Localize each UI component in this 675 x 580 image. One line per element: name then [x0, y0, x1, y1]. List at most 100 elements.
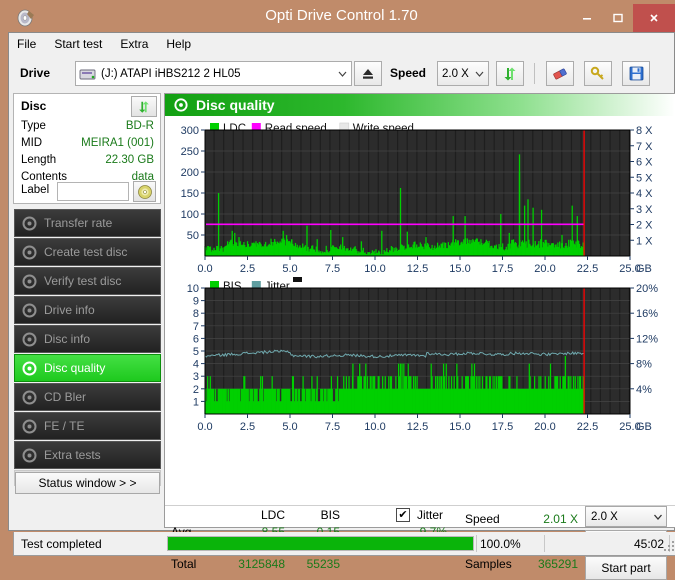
left-panel: Disc Type BD-R MID MEIRA1 (001) Length 2… [13, 93, 161, 528]
client-area: File Start test Extra Help Drive (J:) AT… [8, 32, 675, 580]
svg-text:5 X: 5 X [636, 172, 653, 184]
svg-text:15.0: 15.0 [449, 263, 470, 275]
close-button[interactable] [633, 4, 675, 32]
svg-text:6: 6 [193, 333, 199, 345]
sidebar-item-label: Drive info [44, 303, 95, 317]
minimize-button[interactable] [571, 4, 602, 32]
gear-disc-icon [21, 418, 38, 435]
sidebar-item-label: Disc quality [44, 361, 106, 375]
svg-text:2: 2 [193, 384, 199, 396]
erase-button[interactable] [546, 61, 574, 86]
sidebar-item-extra-tests[interactable]: Extra tests [14, 441, 161, 469]
disc-label-row: Label [21, 181, 156, 202]
svg-text:10.0: 10.0 [364, 263, 385, 275]
svg-text:7 X: 7 X [636, 141, 653, 153]
stats-header-bis: BIS [320, 508, 340, 522]
svg-text:22.5: 22.5 [577, 421, 598, 433]
status-bar: Test completed 100.0% 45:02 [13, 532, 675, 556]
sidebar-item-disc-quality[interactable]: Disc quality [14, 354, 161, 382]
svg-text:8%: 8% [636, 359, 652, 371]
disc-refresh-button[interactable] [131, 96, 157, 117]
sidebar-item-drive-info[interactable]: Drive info [14, 296, 161, 324]
toolbar-divider [534, 63, 535, 84]
charts-svg[interactable]: LDC Read speed Write speed5010015020025030… [165, 116, 675, 506]
sidebar-item-create-test-disc[interactable]: Create test disc [14, 238, 161, 266]
svg-text:300: 300 [181, 125, 199, 137]
jitter-checkbox[interactable]: ✔ [396, 508, 410, 522]
refresh-button[interactable] [496, 61, 524, 86]
stats-row-total-label: Total [171, 557, 197, 571]
sidebar-item-fe-te[interactable]: FE / TE [14, 412, 161, 440]
start-part-button[interactable]: Start part [585, 556, 667, 580]
svg-text:3: 3 [193, 371, 199, 383]
sidebar-item-transfer-rate[interactable]: Transfer rate [14, 209, 161, 237]
disc-row-mid: MID MEIRA1 (001) [21, 137, 154, 152]
save-button[interactable] [622, 61, 650, 86]
disc-quality-header: Disc quality [165, 94, 675, 116]
drive-chevron-down-icon[interactable] [334, 62, 351, 85]
disc-row-type-key: Type [21, 120, 46, 132]
elapsed-time: 45:02 [633, 537, 664, 551]
svg-text:0.0: 0.0 [197, 421, 212, 433]
title-bar: Opti Drive Control 1.70 [8, 4, 675, 32]
menu-bar: File Start test Extra Help [9, 33, 674, 55]
svg-text:200: 200 [181, 167, 199, 179]
disc-label-input[interactable] [57, 182, 129, 201]
disc-row-mid-key: MID [21, 137, 43, 149]
svg-text:12.5: 12.5 [407, 421, 428, 433]
speed-chevron-down-icon[interactable] [471, 62, 488, 85]
svg-text:20%: 20% [636, 283, 658, 295]
status-divider-2 [544, 535, 545, 552]
menu-extra[interactable]: Extra [120, 37, 148, 51]
menu-start-test[interactable]: Start test [54, 37, 102, 51]
sidebar-item-label: Disc info [44, 332, 91, 346]
sidebar-item-cd-bler[interactable]: CD Bler [14, 383, 161, 411]
menu-file[interactable]: File [17, 37, 36, 51]
disc-label-key: Label [21, 184, 50, 196]
drive-select[interactable]: (J:) ATAPI iHBS212 2 HL05 [75, 61, 352, 86]
status-window-button[interactable]: Status window > > [15, 472, 160, 494]
menu-help[interactable]: Help [166, 37, 191, 51]
bitsetting-button[interactable] [584, 61, 612, 86]
svg-text:20.0: 20.0 [534, 421, 555, 433]
resize-grip[interactable] [664, 541, 675, 552]
svg-text:6 X: 6 X [636, 157, 653, 169]
speed-select[interactable]: 2.0 X [437, 61, 489, 86]
svg-text:5.0: 5.0 [282, 263, 297, 275]
sidebar-item-label: Extra tests [44, 448, 101, 462]
svg-text:150: 150 [181, 188, 199, 200]
svg-text:1: 1 [193, 396, 199, 408]
disc-row-length-key: Length [21, 154, 57, 166]
gear-disc-icon [21, 273, 38, 290]
maximize-button[interactable] [602, 4, 633, 32]
disc-row-length: Length 22.30 GB [21, 154, 154, 169]
test-speed-select[interactable]: 2.0 X [585, 506, 667, 527]
sidebar-item-verify-test-disc[interactable]: Verify test disc [14, 267, 161, 295]
test-speed-chevron-down-icon[interactable] [649, 507, 666, 526]
stats-samples-value: 365291 [537, 557, 578, 571]
svg-text:10.0: 10.0 [364, 421, 385, 433]
stats-total-ldc: 3125848 [238, 557, 285, 571]
drive-label: Drive [20, 66, 51, 80]
svg-text:3 X: 3 X [636, 204, 653, 216]
eject-button[interactable] [354, 61, 382, 86]
disc-row-length-value: 22.30 GB [105, 154, 154, 166]
svg-text:100: 100 [181, 209, 199, 221]
sidebar-item-disc-info[interactable]: Disc info [14, 325, 161, 353]
gear-disc-icon [21, 302, 38, 319]
sidebar-item-label: Create test disc [44, 245, 128, 259]
svg-text:0.0: 0.0 [197, 263, 212, 275]
window-controls [571, 4, 675, 32]
svg-text:250: 250 [181, 146, 199, 158]
stats-total-bis: 55235 [306, 557, 340, 571]
progress-bar-fill [168, 537, 473, 550]
status-divider-1 [476, 535, 477, 552]
svg-text:2.5: 2.5 [240, 263, 255, 275]
stats-header-ldc: LDC [260, 508, 285, 522]
charts-area: LDC Read speed Write speed 50 100 150 200 250 30… [165, 116, 675, 506]
disc-label-button[interactable] [133, 181, 156, 202]
panel-title: Disc quality [196, 97, 275, 113]
disc-panel-title: Disc [21, 99, 47, 113]
sidebar-item-label: CD Bler [44, 390, 87, 404]
drive-toolbar: Drive (J:) ATAPI iHBS212 2 HL05 Speed 2.… [9, 55, 674, 93]
